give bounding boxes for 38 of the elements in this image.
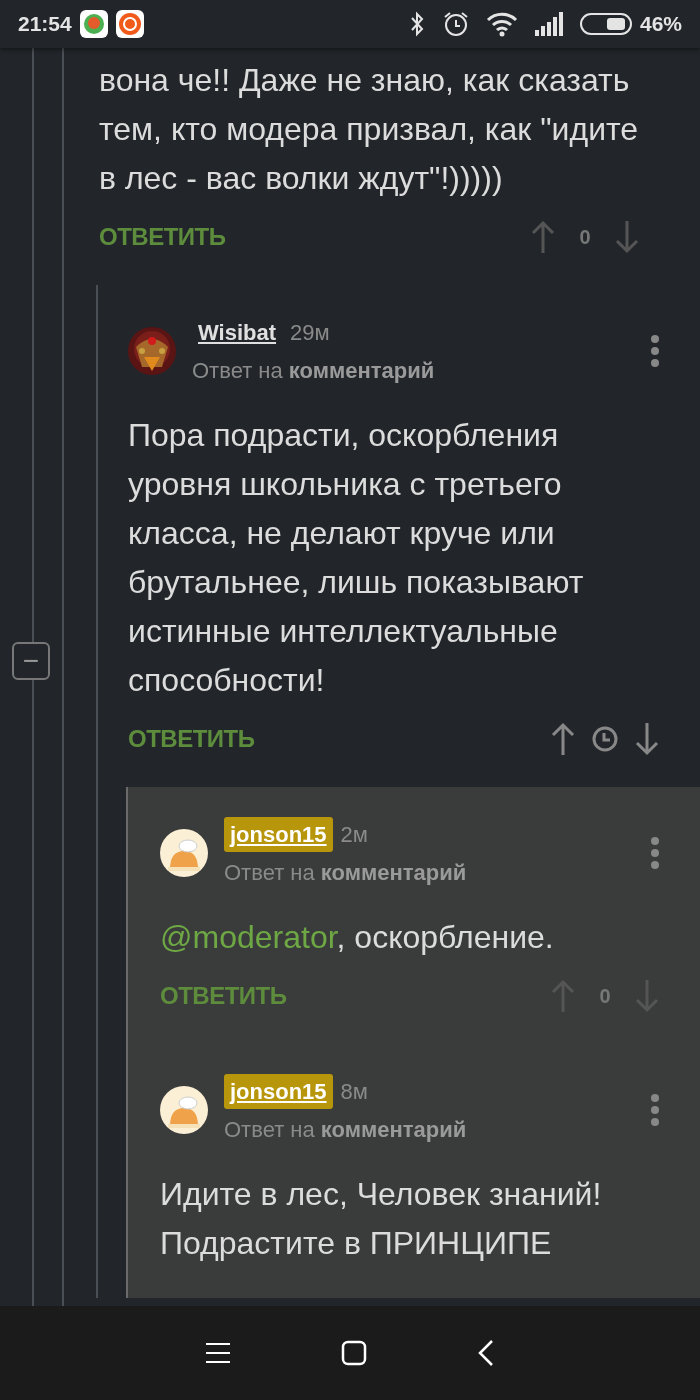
comment-text: Идите в лес, Человек знаний! Подрастите в ПРИНЦИПЕ <box>160 1175 603 1263</box>
reply-to-label: Ответ на комментарий <box>192 357 436 385</box>
comment-time: 8м <box>340 1078 368 1106</box>
more-icon[interactable] <box>650 334 660 368</box>
more-icon[interactable] <box>650 1093 660 1127</box>
comment-time: 2м <box>340 821 368 849</box>
battery-icon <box>579 12 632 36</box>
home-icon[interactable] <box>341 1340 367 1366</box>
comment-text: Пора подрасти, оскорбления уровня школьника с третьего класса, не делают круче или брутальнее, лишь показывают истинные интеллектуальные способности! <box>128 416 585 700</box>
reply-button[interactable]: ОТВЕТИТЬ <box>128 721 255 757</box>
downvote-icon[interactable] <box>634 722 660 756</box>
comment-text: @moderator, оскорбление. <box>160 918 555 957</box>
rating-score: 0 <box>578 225 592 250</box>
wifi-icon <box>485 11 518 37</box>
comment-text: вона че!! Даже не знаю, как сказать тем, кто модера призвал, как "идите в лес - вас волки ждут"!))))) <box>99 61 640 198</box>
clock-time: 21:54 <box>18 11 72 38</box>
reply-to-label: Ответ на комментарий <box>224 1116 468 1144</box>
collapse-button[interactable]: − <box>12 642 50 680</box>
more-icon[interactable] <box>650 836 660 870</box>
upvote-icon[interactable] <box>550 722 576 756</box>
rating-score: 0 <box>598 984 612 1009</box>
signal-icon <box>533 12 564 36</box>
username[interactable]: jonson15 <box>224 817 333 852</box>
back-icon[interactable] <box>477 1339 495 1367</box>
username[interactable]: jonson15 <box>224 1074 333 1109</box>
username[interactable]: Wisibat <box>192 315 283 350</box>
menu-icon[interactable] <box>205 1342 231 1364</box>
clock-icon <box>592 726 618 752</box>
reply-to-label: Ответ на комментарий <box>224 859 468 887</box>
comment-time: 29м <box>290 319 330 347</box>
reply-button[interactable]: ОТВЕТИТЬ <box>160 978 287 1014</box>
mention-link[interactable]: @moderator <box>160 919 337 955</box>
app-icon <box>115 10 144 38</box>
reply-button[interactable]: ОТВЕТИТЬ <box>99 219 226 255</box>
avatar <box>160 1086 208 1134</box>
avatar <box>160 829 208 877</box>
app-icon <box>79 10 108 38</box>
battery-percent: 46% <box>639 11 682 38</box>
